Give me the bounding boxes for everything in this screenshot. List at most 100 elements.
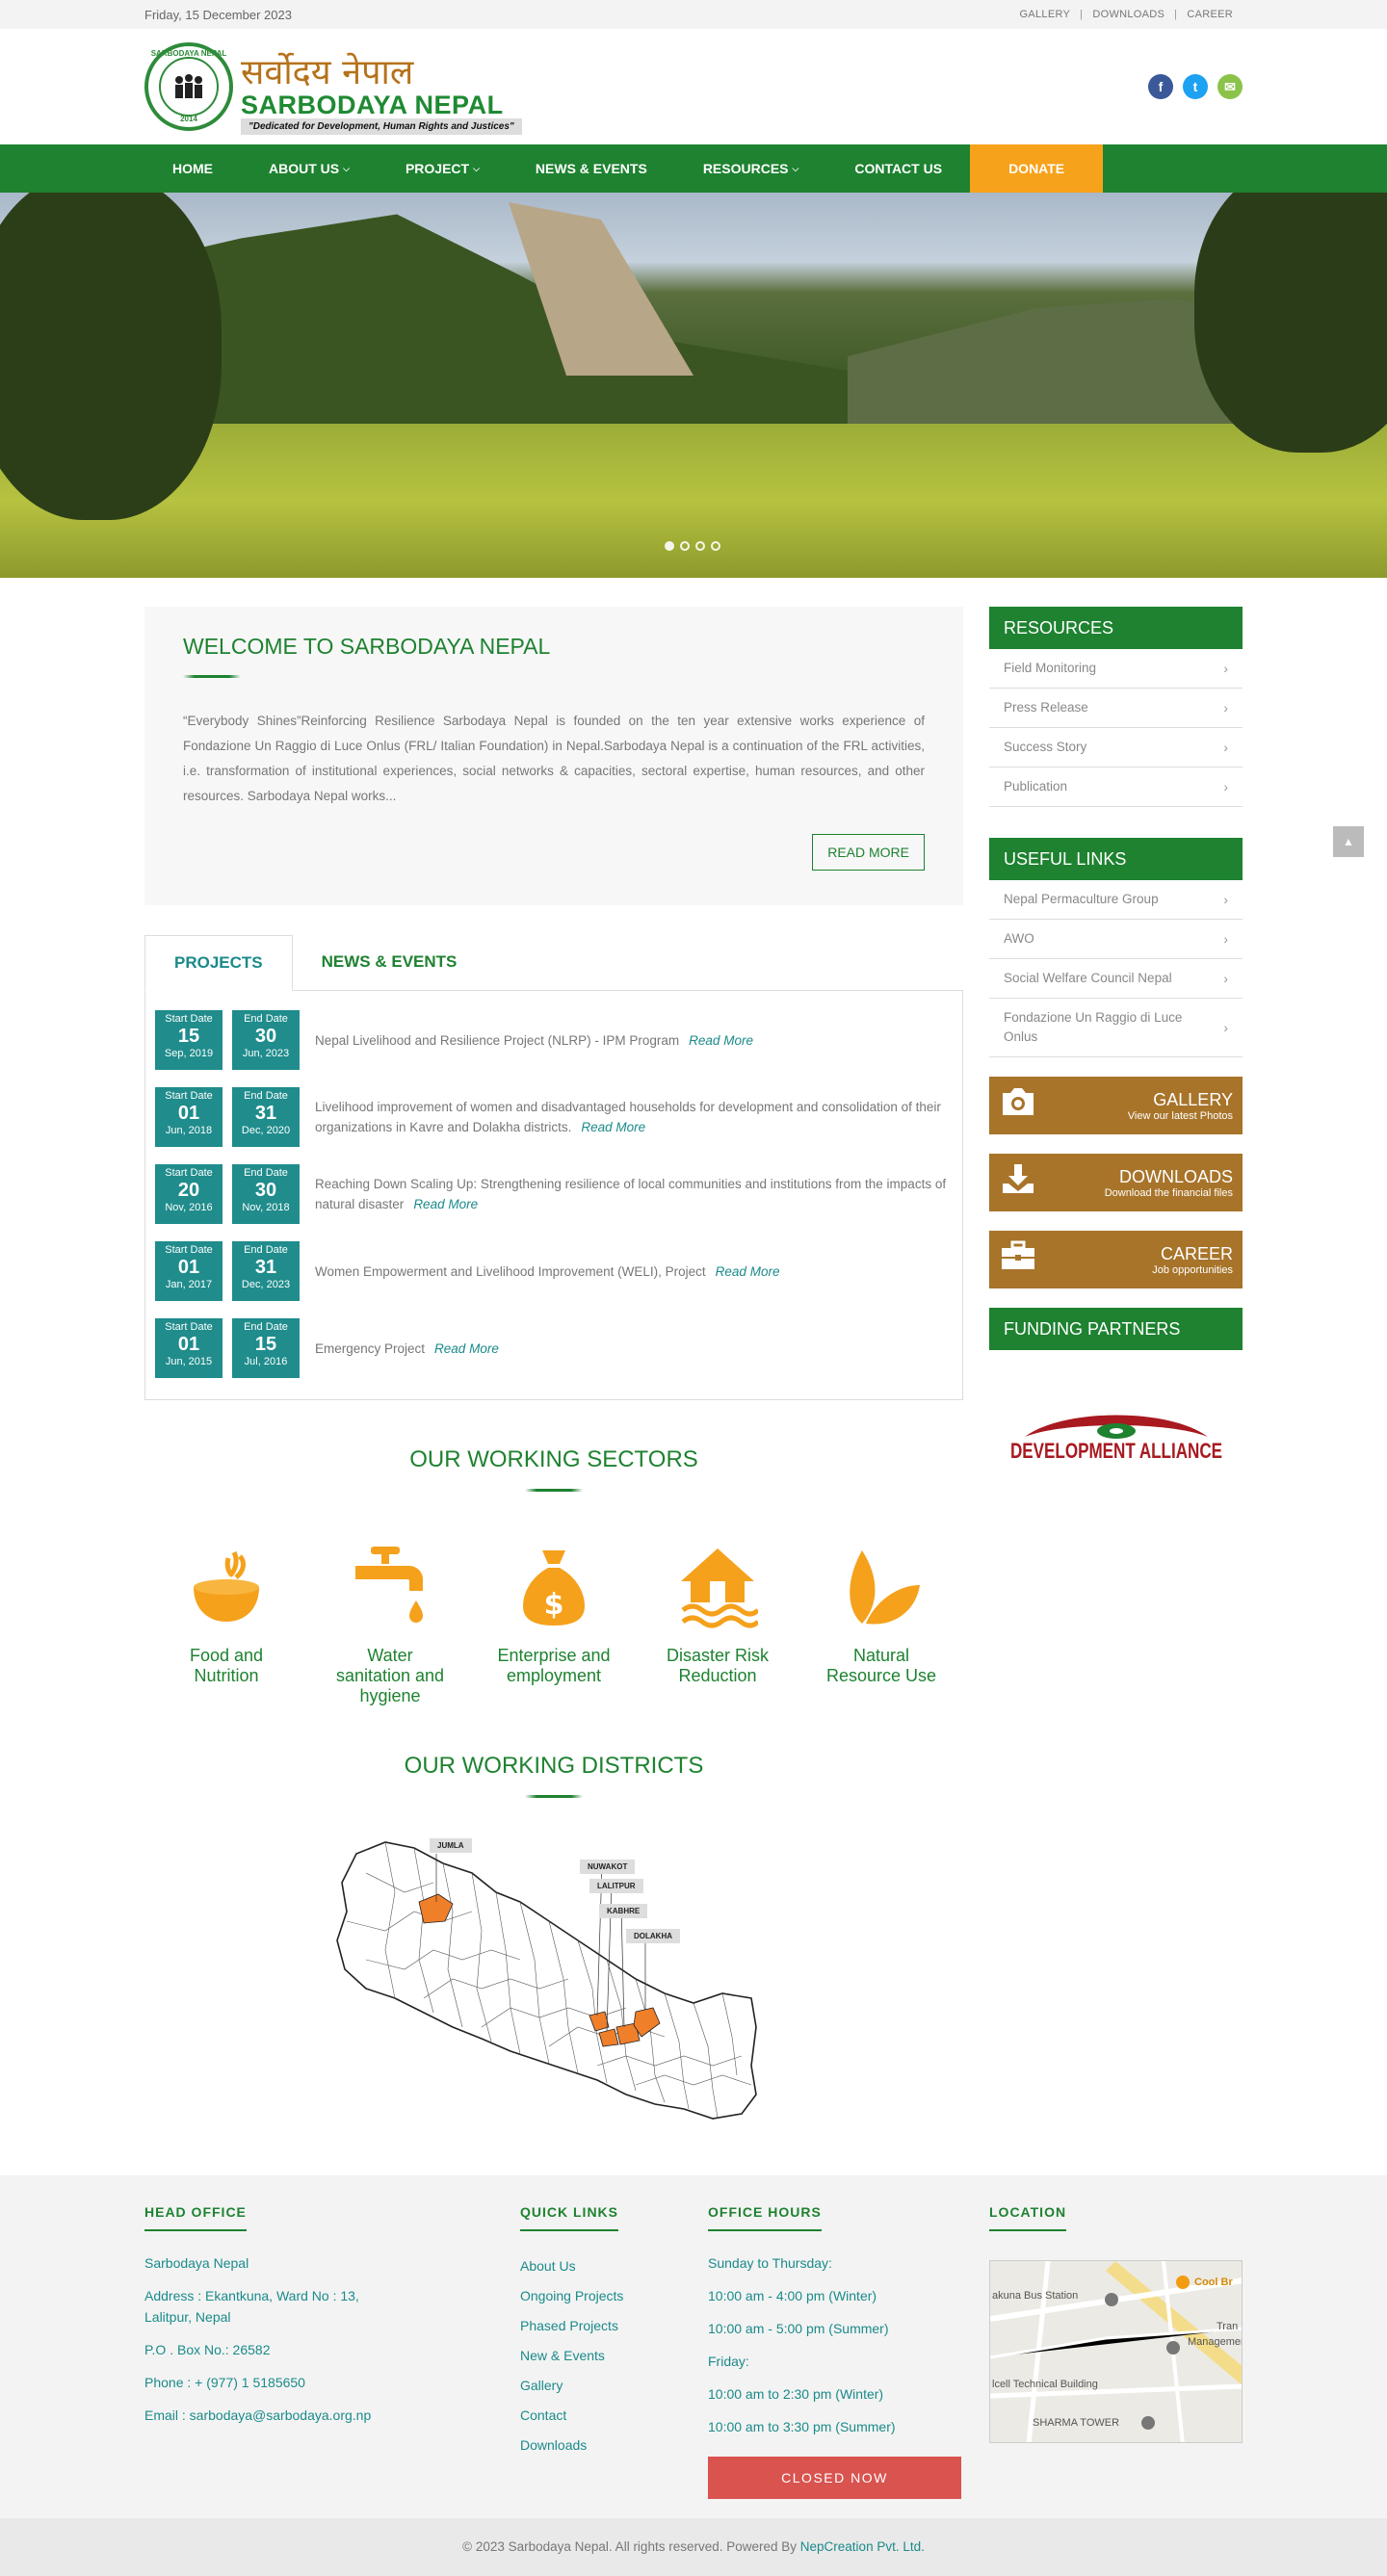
slider-dot[interactable]: [665, 541, 674, 551]
back-to-top-button[interactable]: ▲: [1333, 826, 1364, 857]
slider-dot[interactable]: [680, 541, 690, 551]
quick-link-gallery[interactable]: Gallery: [520, 2378, 708, 2393]
sector-water[interactable]: Water sanitation and hygiene: [332, 1538, 448, 1706]
footer-office-hours: OFFICE HOURS Sunday to Thursday: 10:00 a…: [708, 2204, 989, 2499]
resource-publication[interactable]: Publication ›: [989, 768, 1243, 807]
nav-about-us[interactable]: ABOUT US ⌵: [241, 144, 378, 193]
useful-links-heading: USEFUL LINKS: [989, 838, 1243, 880]
map-tag-dolakha: DOLAKHA: [626, 1929, 680, 1943]
logo-seal: SARBODAYA NEPAL 2014: [144, 42, 233, 131]
welcome-text: “Everybody Shines”Reinforcing Resilience…: [183, 714, 925, 803]
end-date-badge: End Date 15 Jul, 2016: [232, 1318, 300, 1378]
useful-link-swc[interactable]: Social Welfare Council Nepal ›: [989, 959, 1243, 999]
quick-link-downloads[interactable]: Downloads: [520, 2437, 708, 2453]
logo-english-name: SARBODAYA NEPAL: [241, 91, 504, 119]
slider-dot[interactable]: [711, 541, 720, 551]
nav-contact-us[interactable]: CONTACT US: [826, 144, 970, 193]
top-link-career[interactable]: CAREER: [1177, 9, 1243, 20]
closed-now-badge: CLOSED NOW: [708, 2457, 961, 2499]
site-logo[interactable]: SARBODAYA NEPAL 2014 सर्वोदय नेपाल SARBO…: [144, 42, 522, 135]
quick-link-about[interactable]: About Us: [520, 2258, 708, 2274]
nav-resources[interactable]: RESOURCES ⌵: [675, 144, 827, 193]
useful-links-list: Nepal Permaculture Group › AWO › Social We…: [989, 880, 1243, 1057]
chevron-down-icon: ⌵: [343, 163, 350, 173]
top-links: GALLERY | DOWNLOADS | CAREER: [1010, 9, 1243, 20]
resource-press-release[interactable]: Press Release ›: [989, 689, 1243, 728]
email-icon[interactable]: ✉: [1217, 74, 1243, 99]
food-bowl-icon: [169, 1538, 284, 1634]
project-title: Livelihood improvement of women and disa…: [315, 1100, 941, 1134]
gallery-banner[interactable]: GALLERY View our latest Photos: [989, 1077, 1243, 1134]
project-read-more-link[interactable]: Read More: [689, 1033, 753, 1048]
project-item: Start Date 01 Jun, 2018 End Date 31 Dec, 2020…: [155, 1087, 953, 1147]
useful-link-permaculture[interactable]: Nepal Permaculture Group ›: [989, 880, 1243, 920]
read-more-button[interactable]: READ MORE: [812, 834, 925, 871]
end-date-badge: End Date 31 Dec, 2020: [232, 1087, 300, 1147]
end-date-badge: End Date 30 Jun, 2023: [232, 1010, 300, 1070]
quick-link-contact[interactable]: Contact: [520, 2407, 708, 2423]
facebook-icon[interactable]: f: [1148, 74, 1173, 99]
twitter-icon[interactable]: t: [1183, 74, 1208, 99]
copyright-bar: © 2023 Sarbodaya Nepal. All rights reser…: [0, 2518, 1387, 2576]
logo-nepali-name: सर्वोदय नेपाल: [241, 53, 414, 92]
hero-slider[interactable]: [0, 193, 1387, 578]
chevron-down-icon: ⌵: [792, 163, 799, 173]
districts-title: OUR WORKING DISTRICTS: [404, 1753, 704, 1779]
donate-button[interactable]: DONATE: [970, 144, 1104, 193]
start-date-badge: Start Date 15 Sep, 2019: [155, 1010, 222, 1070]
welcome-title: WELCOME TO SARBODAYA NEPAL: [183, 634, 551, 659]
quick-link-news[interactable]: New & Events: [520, 2348, 708, 2363]
footer-org-name: Sarbodaya Nepal: [144, 2255, 249, 2271]
camera-icon: [999, 1085, 1037, 1126]
slider-dot[interactable]: [695, 541, 705, 551]
projects-list: Start Date 15 Sep, 2019 End Date 30 Jun, 2023…: [144, 990, 963, 1400]
chevron-right-icon: ›: [1223, 661, 1228, 676]
map-tag-nuwakot: NUWAKOT: [580, 1860, 636, 1874]
project-item: Start Date 20 Nov, 2016 End Date 30 Nov, 2018…: [155, 1164, 953, 1224]
leaf-icon: [824, 1538, 939, 1634]
downloads-banner[interactable]: DOWNLOADS Download the financial files: [989, 1154, 1243, 1211]
quick-link-ongoing[interactable]: Ongoing Projects: [520, 2288, 708, 2303]
chevron-right-icon: ›: [1223, 971, 1228, 986]
top-link-gallery[interactable]: GALLERY: [1010, 9, 1081, 20]
funding-partners-heading: FUNDING PARTNERS: [989, 1308, 1243, 1350]
useful-link-frl[interactable]: Fondazione Un Raggio di Luce Onlus ›: [989, 999, 1243, 1057]
sector-food[interactable]: Food and Nutrition: [169, 1538, 284, 1706]
career-banner[interactable]: CAREER Job opportunities: [989, 1231, 1243, 1288]
sector-enterprise[interactable]: $ Enterprise and employment: [496, 1538, 612, 1706]
resource-success-story[interactable]: Success Story ›: [989, 728, 1243, 768]
footer-phone[interactable]: Phone : + (977) 1 5185650: [144, 2372, 520, 2393]
nepal-district-map[interactable]: JUMLA NUWAKOT LALITPUR KABHRE DOLAKHA: [327, 1834, 809, 2133]
footer-address: Address : Ekantkuna, Ward No : 13, Lalit…: [144, 2288, 359, 2325]
nav-news-events[interactable]: NEWS & EVENTS: [508, 144, 675, 193]
project-read-more-link[interactable]: Read More: [434, 1341, 499, 1356]
quick-link-phased[interactable]: Phased Projects: [520, 2318, 708, 2333]
sector-natural[interactable]: Natural Resource Use: [824, 1538, 939, 1706]
chevron-right-icon: ›: [1223, 892, 1228, 907]
top-link-downloads[interactable]: DOWNLOADS: [1083, 9, 1174, 20]
social-links: f t ✉: [1148, 74, 1243, 99]
project-read-more-link[interactable]: Read More: [716, 1264, 780, 1279]
top-bar: Friday, 15 December 2023 GALLERY | DOWNLO…: [0, 0, 1387, 29]
partner-logo-development-alliance[interactable]: DEVELOPMENT ALLIANCE: [989, 1408, 1243, 1490]
nav-home[interactable]: HOME: [144, 144, 241, 193]
footer-location: LOCATION akuna Bus Station Cool Br Manag…: [989, 2204, 1243, 2499]
tab-news-events[interactable]: NEWS & EVENTS: [293, 934, 486, 990]
powered-by-link[interactable]: NepCreation Pvt. Ltd.: [800, 2539, 925, 2554]
tab-bar: PROJECTS NEWS & EVENTS: [144, 934, 963, 991]
site-header: SARBODAYA NEPAL 2014 सर्वोदय नेपाल SARBO…: [0, 29, 1387, 144]
project-title: Women Empowerment and Livelihood Improve…: [315, 1263, 780, 1279]
nav-project[interactable]: PROJECT ⌵: [378, 144, 508, 193]
useful-link-awo[interactable]: AWO ›: [989, 920, 1243, 959]
footer-email[interactable]: Email : sarbodaya@sarbodaya.org.np: [144, 2405, 520, 2426]
project-read-more-link[interactable]: Read More: [581, 1120, 645, 1134]
project-title: Reaching Down Scaling Up: Strengthening …: [315, 1177, 947, 1211]
project-read-more-link[interactable]: Read More: [413, 1197, 478, 1211]
current-date: Friday, 15 December 2023: [144, 7, 292, 22]
download-icon: [999, 1162, 1037, 1203]
resource-field-monitoring[interactable]: Field Monitoring ›: [989, 649, 1243, 689]
tab-projects[interactable]: PROJECTS: [144, 935, 293, 991]
footer-quick-links: QUICK LINKS About Us Ongoing Projects Ph…: [520, 2204, 708, 2499]
location-map[interactable]: akuna Bus Station Cool Br Management Tra…: [989, 2260, 1243, 2443]
sector-drr[interactable]: Disaster Risk Reduction: [660, 1538, 775, 1706]
